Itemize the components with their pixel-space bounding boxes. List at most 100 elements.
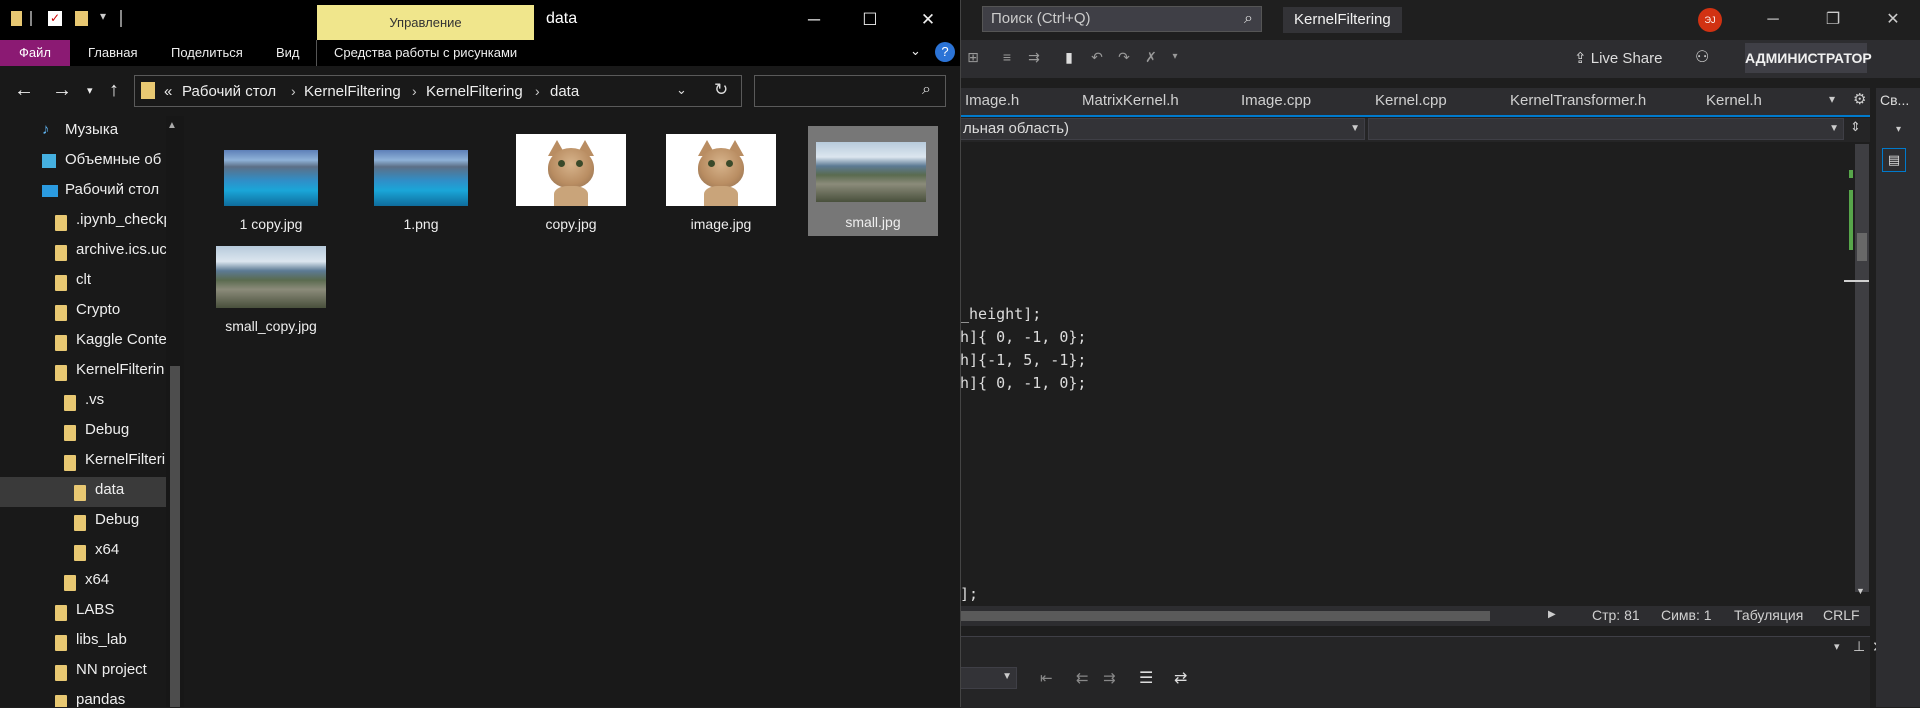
chevron-down-icon[interactable]: ⌄ bbox=[676, 82, 687, 98]
outdent-icon[interactable]: ≡ bbox=[998, 48, 1016, 66]
close-icon[interactable]: ✕ bbox=[1878, 8, 1908, 32]
tab-share[interactable]: Поделиться bbox=[171, 45, 243, 60]
search-input[interactable] bbox=[754, 75, 946, 107]
up-arrow-icon[interactable]: ↑ bbox=[109, 79, 119, 102]
toolbar-icon[interactable]: ⊞ bbox=[964, 48, 982, 66]
find-message-icon[interactable]: ⇇ bbox=[1076, 669, 1089, 687]
tree-item-folder[interactable]: .ipynb_checkp bbox=[55, 211, 166, 241]
file-item[interactable]: 1.png bbox=[356, 128, 486, 242]
output-source-dropdown[interactable]: ▼ bbox=[960, 667, 1017, 689]
line-ending-indicator[interactable]: CRLF bbox=[1823, 607, 1860, 623]
next-bookmark-icon[interactable]: ↷ bbox=[1115, 48, 1133, 66]
pin-icon[interactable]: ⊥ bbox=[1853, 638, 1865, 655]
tree-item-folder[interactable]: Kaggle Conte bbox=[55, 331, 166, 361]
tree-item-folder[interactable]: archive.ics.uci bbox=[55, 241, 166, 271]
file-item[interactable]: image.jpg bbox=[656, 128, 786, 242]
tree-item-data[interactable]: data bbox=[74, 481, 166, 511]
expand-ribbon-icon[interactable]: ⌄ bbox=[910, 43, 921, 59]
avatar[interactable]: ЭJ bbox=[1698, 8, 1722, 32]
tree-item-folder[interactable]: KernelFilterin bbox=[55, 361, 166, 391]
close-icon[interactable]: ✕ bbox=[908, 8, 948, 32]
restore-icon[interactable]: ❐ bbox=[1818, 8, 1848, 32]
vs-search-box[interactable]: Поиск (Ctrl+Q) ⌕ bbox=[982, 6, 1262, 32]
tree-item-folder[interactable]: clt bbox=[55, 271, 166, 301]
breadcrumb-kernelfiltering-sub[interactable]: KernelFiltering bbox=[426, 83, 523, 100]
scroll-down-icon[interactable]: ▼ bbox=[1856, 586, 1865, 596]
tree-item-3d-objects[interactable]: Объемные об bbox=[42, 151, 166, 181]
forward-arrow-icon[interactable]: → bbox=[52, 79, 72, 102]
indent-icon[interactable]: ⇉ bbox=[1025, 48, 1043, 66]
gear-icon[interactable]: ⚙ bbox=[1853, 90, 1866, 108]
tab-image-cpp[interactable]: Image.cpp bbox=[1241, 92, 1311, 109]
file-item[interactable]: 1 copy.jpg bbox=[206, 128, 336, 242]
chevron-right-icon[interactable]: › bbox=[535, 83, 540, 99]
scrollbar-thumb[interactable] bbox=[170, 366, 180, 707]
clear-all-icon[interactable]: ☰ bbox=[1139, 668, 1153, 688]
panel-menu-icon[interactable]: ▾ bbox=[1834, 640, 1840, 653]
tree-item-folder[interactable]: pandas bbox=[55, 691, 166, 707]
tree-item-desktop[interactable]: Рабочий стол bbox=[42, 181, 166, 211]
tree-item-folder[interactable]: Debug bbox=[74, 511, 166, 541]
chevron-right-icon[interactable]: › bbox=[412, 83, 417, 99]
file-item[interactable]: copy.jpg bbox=[506, 128, 636, 242]
back-arrow-icon[interactable]: ← bbox=[14, 79, 34, 102]
admin-button[interactable]: АДМИНИСТРАТОР bbox=[1745, 43, 1872, 73]
tree-item-folder[interactable]: Crypto bbox=[55, 301, 166, 331]
feedback-icon[interactable]: ⚇ bbox=[1695, 47, 1709, 67]
tab-image-h[interactable]: Image.h bbox=[965, 92, 1019, 109]
minimize-icon[interactable]: ─ bbox=[1758, 8, 1788, 32]
tree-item-folder[interactable]: NN project bbox=[55, 661, 166, 691]
file-item[interactable]: small_copy.jpg bbox=[206, 240, 336, 354]
clear-bookmarks-icon[interactable]: ✗ bbox=[1142, 48, 1160, 66]
maximize-icon[interactable]: ☐ bbox=[850, 8, 890, 32]
tab-kernel-h[interactable]: Kernel.h bbox=[1706, 92, 1762, 109]
code-editor[interactable] bbox=[960, 144, 1850, 592]
word-wrap-icon[interactable]: ⇄ bbox=[1174, 668, 1187, 688]
vertical-scrollbar[interactable] bbox=[1855, 144, 1869, 592]
tree-item-folder[interactable]: .vs bbox=[64, 391, 166, 421]
column-indicator[interactable]: Симв: 1 bbox=[1661, 607, 1712, 623]
recent-locations-icon[interactable]: ▾ bbox=[87, 84, 93, 97]
minimize-icon[interactable]: ─ bbox=[794, 8, 834, 32]
breadcrumb-data[interactable]: data bbox=[550, 83, 579, 100]
tab-file[interactable]: Файл bbox=[0, 40, 70, 66]
scrollbar-thumb[interactable] bbox=[1857, 233, 1867, 261]
tree-item-folder[interactable]: x64 bbox=[64, 571, 166, 601]
breadcrumb-kernelfiltering[interactable]: KernelFiltering bbox=[304, 83, 401, 100]
search-icon[interactable]: ⌕ bbox=[922, 81, 931, 99]
tab-matrixkernel-h[interactable]: MatrixKernel.h bbox=[1082, 92, 1179, 109]
file-item-selected[interactable]: small.jpg bbox=[808, 126, 938, 236]
tree-item-music[interactable]: ♪ Музыка bbox=[42, 121, 166, 151]
tab-kerneltransformer-h[interactable]: KernelTransformer.h bbox=[1510, 92, 1646, 109]
tab-kernel-cpp[interactable]: Kernel.cpp bbox=[1375, 92, 1447, 109]
indent-mode-indicator[interactable]: Табуляция bbox=[1734, 607, 1803, 623]
bookmark-icon[interactable]: ▮ bbox=[1060, 48, 1078, 66]
find-prev-icon[interactable]: ⇤ bbox=[1040, 669, 1053, 687]
chevron-down-icon[interactable]: ▾ bbox=[1896, 124, 1901, 135]
ribbon-manage-context[interactable]: Управление bbox=[317, 5, 534, 40]
find-next-icon[interactable]: ⇉ bbox=[1103, 669, 1116, 687]
split-editor-icon[interactable]: ⇕ bbox=[1850, 119, 1861, 135]
help-icon[interactable]: ? bbox=[935, 42, 955, 62]
scope-dropdown[interactable]: льная область) ▼ bbox=[960, 118, 1365, 140]
live-share-button[interactable]: ⇪ Live Share bbox=[1574, 49, 1662, 67]
tree-item-folder[interactable]: LABS bbox=[55, 601, 166, 631]
properties-icon[interactable]: ✓ bbox=[48, 11, 62, 26]
prev-bookmark-icon[interactable]: ↶ bbox=[1088, 48, 1106, 66]
breadcrumb-desktop[interactable]: Рабочий стол bbox=[182, 83, 276, 100]
tab-picture-tools[interactable]: Средства работы с рисунками bbox=[334, 45, 517, 60]
properties-icon[interactable]: ▤ bbox=[1882, 148, 1906, 172]
tab-list-icon[interactable]: ▾ bbox=[1829, 92, 1835, 106]
line-indicator[interactable]: Стр: 81 bbox=[1592, 607, 1640, 623]
tree-item-folder[interactable]: x64 bbox=[74, 541, 166, 571]
properties-tab[interactable]: Св... bbox=[1880, 92, 1909, 108]
customize-toolbar-icon[interactable]: ▾ bbox=[100, 9, 106, 23]
tree-item-folder[interactable]: libs_lab bbox=[55, 631, 166, 661]
horizontal-scrollbar[interactable] bbox=[960, 611, 1490, 621]
new-folder-icon[interactable] bbox=[75, 11, 88, 26]
tree-item-folder[interactable]: KernelFilteri bbox=[64, 451, 166, 481]
scroll-right-icon[interactable]: ▶ bbox=[1548, 609, 1556, 620]
tree-item-folder[interactable]: Debug bbox=[64, 421, 166, 451]
tab-home[interactable]: Главная bbox=[88, 45, 137, 60]
tab-view[interactable]: Вид bbox=[276, 45, 300, 60]
